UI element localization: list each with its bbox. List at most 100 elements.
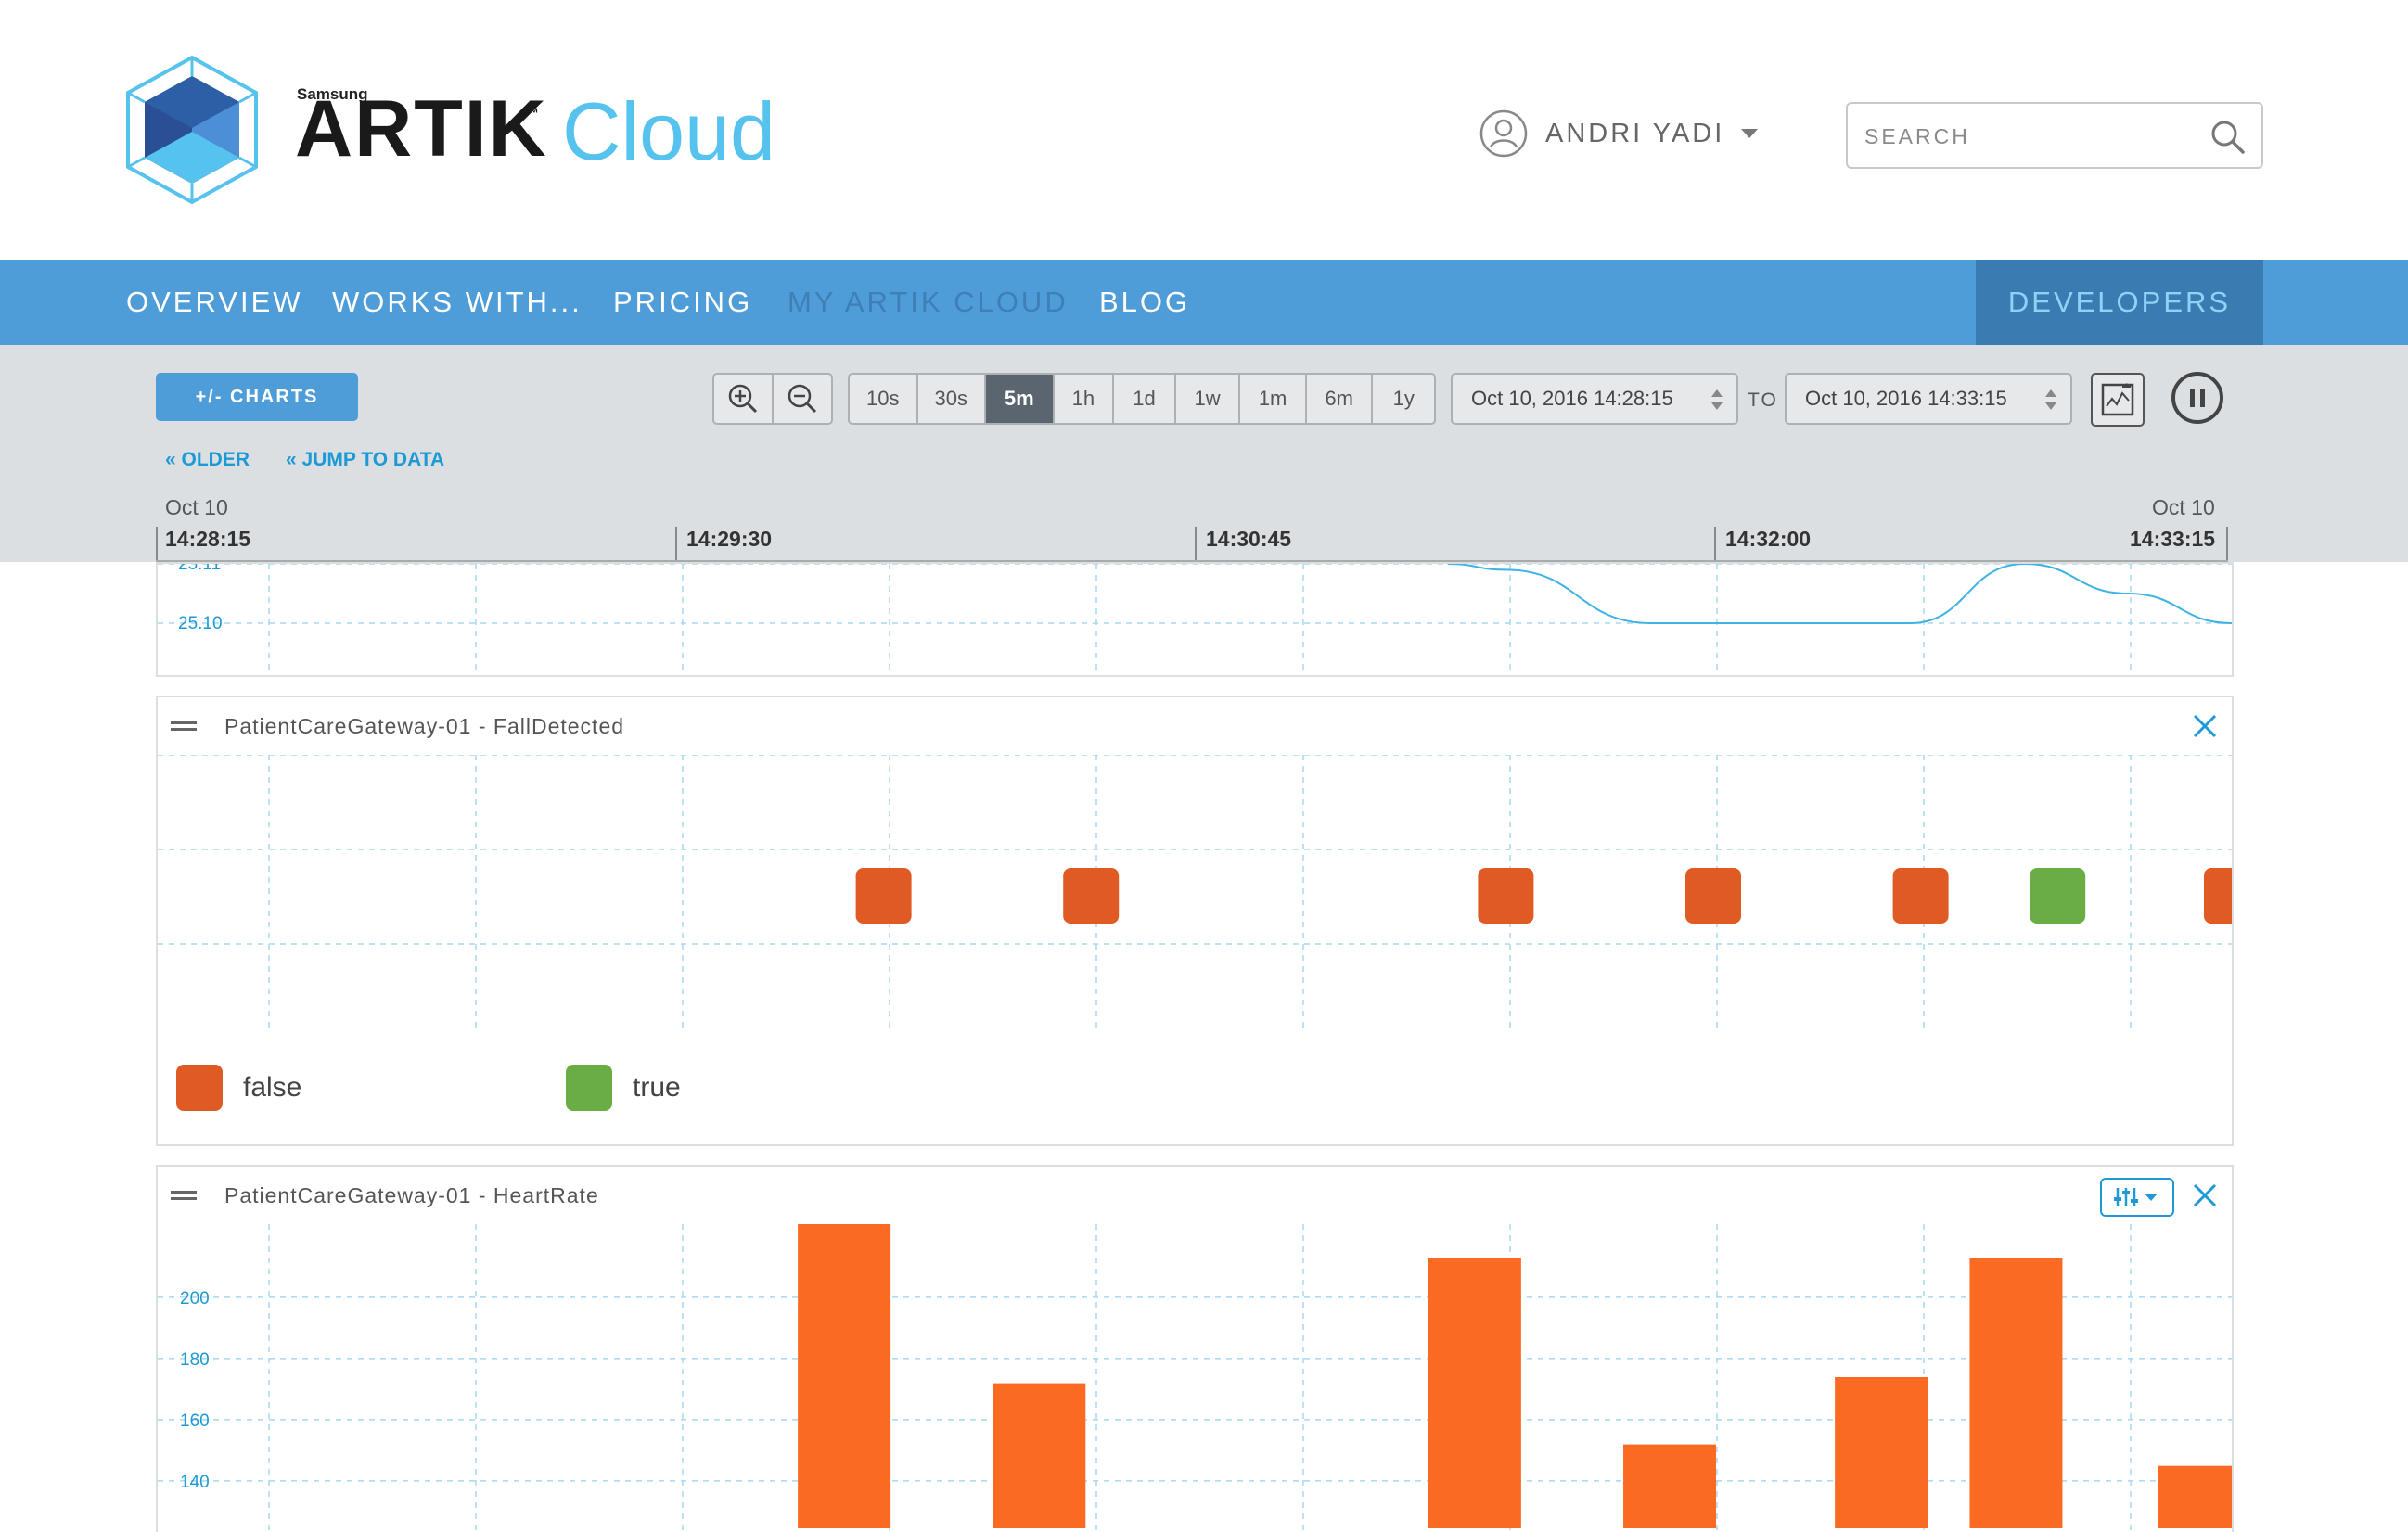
y-tick-label: 160 [180, 1411, 210, 1431]
close-icon[interactable] [2191, 712, 2219, 740]
y-tick-label: 140 [180, 1473, 210, 1492]
end-date-value: Oct 10, 2016 14:33:15 [1805, 387, 2007, 410]
axis-time-label: 14:32:00 [1725, 527, 1812, 551]
axis-tick [675, 527, 677, 562]
nav-my-artik-cloud[interactable]: MY ARTIK CLOUD [788, 260, 1069, 345]
range-1h-button[interactable]: 1h [1055, 375, 1115, 423]
axis-time-label: 14:29:30 [686, 527, 773, 551]
fall-point-false [1063, 868, 1120, 924]
nav-pricing[interactable]: PRICING [613, 260, 752, 345]
axis-tick [2226, 527, 2228, 562]
range-1d-button[interactable]: 1d [1114, 375, 1176, 423]
search-input[interactable] [1864, 121, 2198, 152]
sliders-icon [2114, 1188, 2158, 1206]
chevron-down-icon [1741, 129, 1759, 138]
user-avatar-icon [1479, 109, 1528, 158]
search-box [1846, 102, 2263, 169]
nav-overview[interactable]: OVERVIEW [126, 260, 303, 345]
axis-end-date: Oct 10 [2152, 495, 2215, 519]
zoom-out-icon [788, 384, 817, 414]
fall-point-false [855, 868, 912, 924]
legend-label-false: false [243, 1072, 302, 1103]
nav-works-with[interactable]: WORKS WITH... [332, 260, 583, 345]
chart-title: PatientCareGateway-01 - HeartRate [224, 1183, 599, 1207]
chart-panel-line: 25.11 25.10 [156, 555, 2234, 677]
range-6m-button[interactable]: 6m [1307, 375, 1374, 423]
fall-point-true [2030, 868, 2086, 924]
legend-label-true: true [633, 1072, 681, 1103]
legend-item-true[interactable]: true [566, 1065, 681, 1111]
brand-trademark: ™ [525, 106, 539, 121]
nav-blog[interactable]: BLOG [1099, 260, 1190, 345]
spinner-icon[interactable] [2044, 388, 2057, 412]
range-1y-button[interactable]: 1y [1373, 375, 1434, 423]
range-10s-button[interactable]: 10s [850, 375, 918, 423]
fall-point-false [1892, 868, 1949, 924]
end-date-field[interactable]: Oct 10, 2016 14:33:15 [1785, 373, 2072, 425]
heart-rate-bar [993, 1383, 1086, 1528]
brand-artik[interactable]: ARTIK [295, 89, 548, 169]
heart-rate-bar [1623, 1444, 1717, 1528]
artik-logo-icon[interactable] [122, 54, 262, 206]
to-label: TO [1748, 389, 1778, 411]
site-header: Samsung ARTIK ™ Cloud ANDRI YADI [0, 0, 2408, 260]
spinner-icon[interactable] [1710, 388, 1723, 412]
nav-developers[interactable]: DEVELOPERS [1976, 260, 2263, 345]
drag-handle-icon[interactable] [171, 1191, 197, 1200]
zoom-in-icon [728, 384, 758, 414]
jump-to-data-link[interactable]: « JUMP TO DATA [286, 449, 444, 471]
search-icon[interactable] [2208, 117, 2248, 158]
range-5m-button[interactable]: 5m [986, 375, 1055, 423]
user-name: ANDRI YADI [1545, 118, 1725, 148]
axis-start-date: Oct 10 [165, 495, 228, 519]
brand-cloud[interactable]: Cloud [562, 91, 775, 172]
legend-swatch-true [566, 1065, 612, 1111]
fall-point-false [2204, 868, 2232, 924]
chart-panel-fall-detected: PatientCareGateway-01 - FallDetected fal… [156, 696, 2234, 1146]
heart-rate-bar [1835, 1377, 1928, 1528]
export-chart-button[interactable] [2091, 373, 2145, 427]
heart-rate-bar [1969, 1258, 2063, 1528]
heart-rate-bar [798, 1224, 891, 1528]
legend-swatch-false [176, 1065, 223, 1111]
axis-tick [156, 527, 158, 562]
heart-rate-bar [2158, 1465, 2232, 1528]
user-menu[interactable]: ANDRI YADI [1479, 108, 1759, 160]
fall-detected-chart [158, 755, 2232, 1033]
drag-handle-icon[interactable] [171, 721, 197, 731]
zoom-out-button[interactable] [772, 375, 831, 423]
chart-title: PatientCareGateway-01 - FallDetected [224, 714, 625, 738]
axis-time-label: 14:33:15 [2130, 527, 2216, 551]
add-remove-charts-button[interactable]: +/- CHARTS [156, 373, 358, 421]
fall-point-false [1685, 868, 1741, 924]
close-icon[interactable] [2191, 1181, 2219, 1209]
pause-icon[interactable] [2171, 371, 2224, 425]
line-chart: 25.11 25.10 [158, 555, 2233, 675]
axis-tick [1195, 527, 1197, 562]
axis-time-label: 14:28:15 [165, 527, 251, 551]
series-line [1447, 562, 2233, 624]
y-tick-label: 25.10 [178, 614, 223, 633]
chart-export-icon [2101, 383, 2134, 416]
heart-rate-bar [1428, 1258, 1521, 1528]
y-tick-label: 180 [180, 1350, 210, 1370]
range-1w-button[interactable]: 1w [1176, 375, 1241, 423]
zoom-in-button[interactable] [714, 375, 772, 423]
heart-rate-chart: 200 180 160 140 [158, 1224, 2232, 1532]
time-range-selector: 10s 30s 5m 1h 1d 1w 1m 6m 1y [848, 373, 1436, 425]
chart-options-button[interactable] [2100, 1178, 2174, 1217]
older-link[interactable]: « OLDER [165, 449, 250, 471]
y-tick-label: 200 [180, 1289, 210, 1309]
range-30s-button[interactable]: 30s [918, 375, 987, 423]
zoom-controls [712, 373, 833, 425]
axis-tick [1714, 527, 1716, 562]
legend-item-false[interactable]: false [176, 1065, 301, 1111]
chart-toolbar: +/- CHARTS 10s 30s 5m 1h 1d 1w 1m 6m 1y [0, 345, 2408, 562]
y-tick-label: 25.11 [178, 564, 221, 574]
start-date-field[interactable]: Oct 10, 2016 14:28:15 [1451, 373, 1738, 425]
chart-panel-heart-rate: PatientCareGateway-01 - HeartRate 200 180… [156, 1165, 2234, 1532]
axis-time-label: 14:30:45 [1206, 527, 1292, 551]
main-nav: OVERVIEW WORKS WITH... PRICING MY ARTIK … [0, 260, 2408, 345]
fall-point-false [1478, 868, 1534, 924]
range-1m-button[interactable]: 1m [1240, 375, 1307, 423]
